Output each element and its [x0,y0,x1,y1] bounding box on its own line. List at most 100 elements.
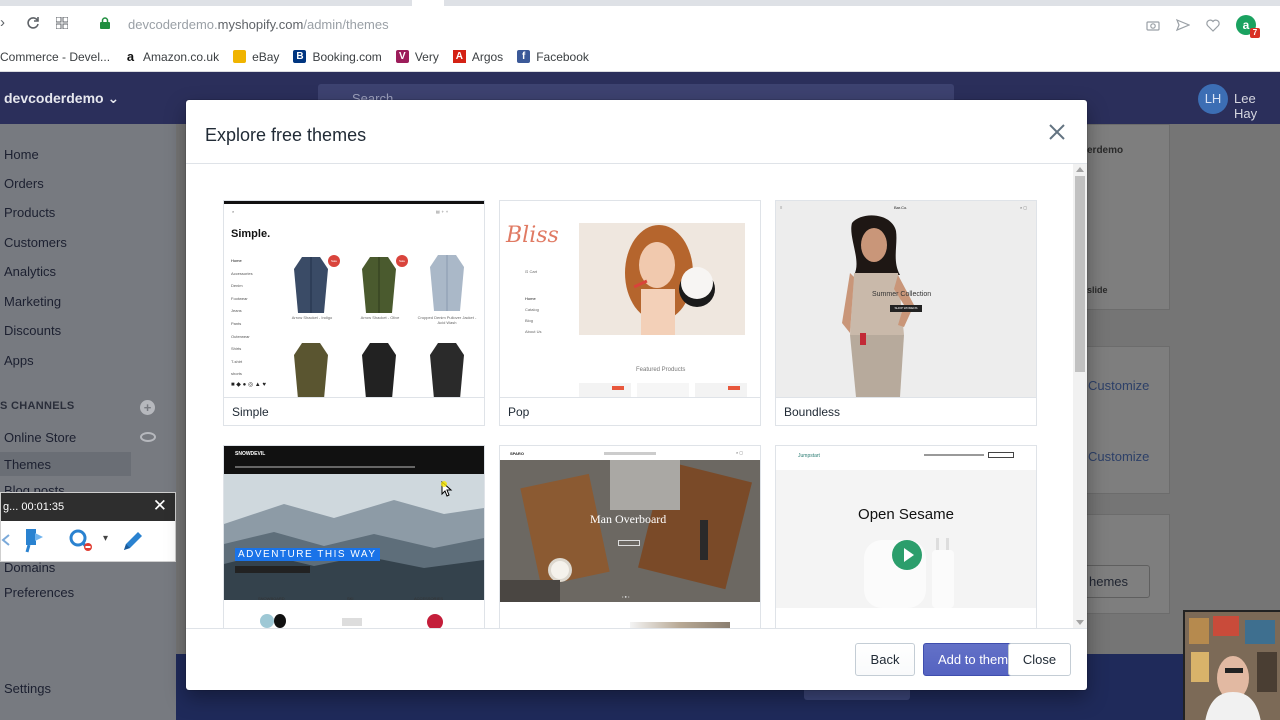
close-button[interactable]: Close [1008,643,1071,676]
preview-menu: Home Catalog Blog About Us [525,293,541,337]
shopping-bag-icon [233,50,247,63]
sidebar-item-home[interactable]: Home [4,147,39,162]
theme-name: Pop [500,397,760,425]
add-channel-icon[interactable]: + [140,400,155,415]
theme-preview-card-bg: erdemo slide [1076,124,1170,310]
close-icon[interactable]: ✕ [153,497,167,515]
screen-recorder-widget: g... 00:01:35 ✕ ▾ [0,492,176,562]
extension-icon[interactable]: a7 [1236,15,1260,38]
sidebar-item-themes[interactable]: Themes [4,457,51,472]
zoom-tool-icon[interactable] [69,529,95,553]
theme-card-narrative[interactable]: SPARO ⌕ ▢ Man Overboard • ● • [499,445,761,628]
product-image [430,343,464,397]
preview-logo: Bliss [506,223,559,248]
category-label: SKI [347,596,354,601]
bookmark-label: Booking.com [312,49,382,64]
product-image [430,255,464,311]
sidebar-item-online-store[interactable]: Online Store [4,430,76,445]
explore-themes-button[interactable]: hemes [1076,565,1150,598]
bookmark-commerce[interactable]: Commerce - Devel... [0,50,110,64]
user-name[interactable]: Lee Hay [1234,91,1280,121]
sale-badge: Sale [328,255,340,267]
product-caption: Arrow Shacket - Indigo [291,315,333,320]
sidebar-item-analytics[interactable]: Analytics [4,264,56,279]
preview-menu-item: Jeans [231,308,242,314]
url-text[interactable]: devcoderdemo.myshopify.com/admin/themes [128,17,389,32]
sidebar-item-settings[interactable]: Settings [4,681,51,696]
scroll-down-icon[interactable] [1076,620,1084,625]
customize-link[interactable]: Customize [1088,378,1149,393]
scroll-thumb[interactable] [1075,176,1085,372]
theme-card-boundless[interactable]: ≡ Bar.Co. ⌕ ▢ Summer Collection SHOP WOM… [775,200,1037,426]
pen-tool-icon[interactable] [121,529,145,553]
bookmark-argos[interactable]: A Argos [452,50,503,64]
heart-icon[interactable] [1206,19,1220,32]
sidebar-item-orders[interactable]: Orders [4,176,44,191]
bookmark-booking[interactable]: B Booking.com [293,49,382,64]
sidebar-item-discounts[interactable]: Discounts [4,323,61,338]
bookmark-facebook[interactable]: f Facebook [517,50,589,64]
preview-topbar [224,201,484,204]
sidebar-item-preferences[interactable]: Preferences [4,585,74,600]
address-bar: › devcoderdemo.myshopify.com/admin/theme… [0,6,1280,42]
preview-nav [235,466,415,468]
preview-search-icon: ⌕ ▢ [1020,205,1028,210]
hero-cta: SHOP WOMENS [890,305,922,312]
featured-products-heading: Featured Products [636,367,686,373]
preview-logo: SNOWDEVIL [235,451,266,457]
back-button[interactable]: Back [855,643,915,676]
theme-card-pop[interactable]: Bliss ⊡ Cart Home Catalog Blog About Us [499,200,761,426]
hero-button [618,540,640,546]
hero-portrait [625,225,715,335]
argos-icon: A [452,50,466,63]
bookmark-ebay[interactable]: eBay [233,50,279,64]
preview-social-icons: ■ ◆ ● ◎ ▲ ♥ [231,382,266,388]
apps-grid-icon[interactable] [56,17,68,29]
sidebar-item-customers[interactable]: Customers [4,235,67,250]
close-icon[interactable] [1045,120,1069,144]
preview-menu-item: Denim [231,283,243,289]
preview-logo: Jumpstart [798,453,820,459]
sidebar-item-domains[interactable]: Domains [4,560,55,575]
store-switcher[interactable]: devcoderdemo ⌄ [4,90,119,107]
bookmark-label: eBay [252,49,280,64]
very-icon: V [395,50,409,63]
modal-scrollbar[interactable] [1073,164,1087,628]
customize-link[interactable]: Customize [1088,449,1149,464]
pointer-tool-icon[interactable] [23,527,45,553]
scroll-up-icon[interactable] [1076,167,1084,172]
sidebar-item-apps[interactable]: Apps [4,353,34,368]
category-image [260,614,274,628]
preview-search-icon: ⌕ [232,209,235,214]
bookmark-very[interactable]: V Very [395,50,439,64]
hero-model [842,215,914,397]
product-image [294,257,328,313]
product-image [362,343,396,397]
theme-card-venture[interactable]: SNOWDEVIL ADVENTURE THIS WAY SNOWBOARD S… [223,445,485,628]
send-icon[interactable] [1176,18,1190,32]
sidebar-item-products[interactable]: Products [4,205,55,220]
theme-card-jumpstart[interactable]: Jumpstart Open Sesame [775,445,1037,628]
theme-card-simple[interactable]: ⌕ ▤ ⚬ ⚬ Simple. Home Accessories Denim F… [223,200,485,426]
chevron-down-icon: ⌄ [107,90,120,106]
eye-icon[interactable] [140,432,156,442]
arrow-tool-icon[interactable] [1,533,11,547]
preview-logo: Simple. [231,228,271,240]
forward-icon[interactable]: › [0,14,5,31]
avatar[interactable]: LH [1198,84,1228,114]
preview-menu-item: Accessories [231,270,253,276]
reload-icon[interactable] [26,16,40,30]
hero-button [235,566,310,573]
bookmark-amazon[interactable]: a Amazon.co.uk [124,50,219,64]
theme-gallery[interactable]: ⌕ ▤ ⚬ ⚬ Simple. Home Accessories Denim F… [186,164,1087,628]
preview-logo: Bar.Co. [894,205,908,210]
category-label: ACCESSORIES [414,596,443,601]
sidebar-item-marketing[interactable]: Marketing [4,294,61,309]
preview-menu-item: Home [525,296,536,301]
dropdown-arrow-icon[interactable]: ▾ [103,533,108,544]
hero-heading: Man Overboard [590,512,667,526]
mouse-cursor-icon [441,481,453,497]
bg-card-title: erdemo [1087,145,1124,156]
camera-icon[interactable] [1146,19,1160,31]
preview-menu: Home Accessories Denim Footwear Jeans Pa… [231,255,253,381]
